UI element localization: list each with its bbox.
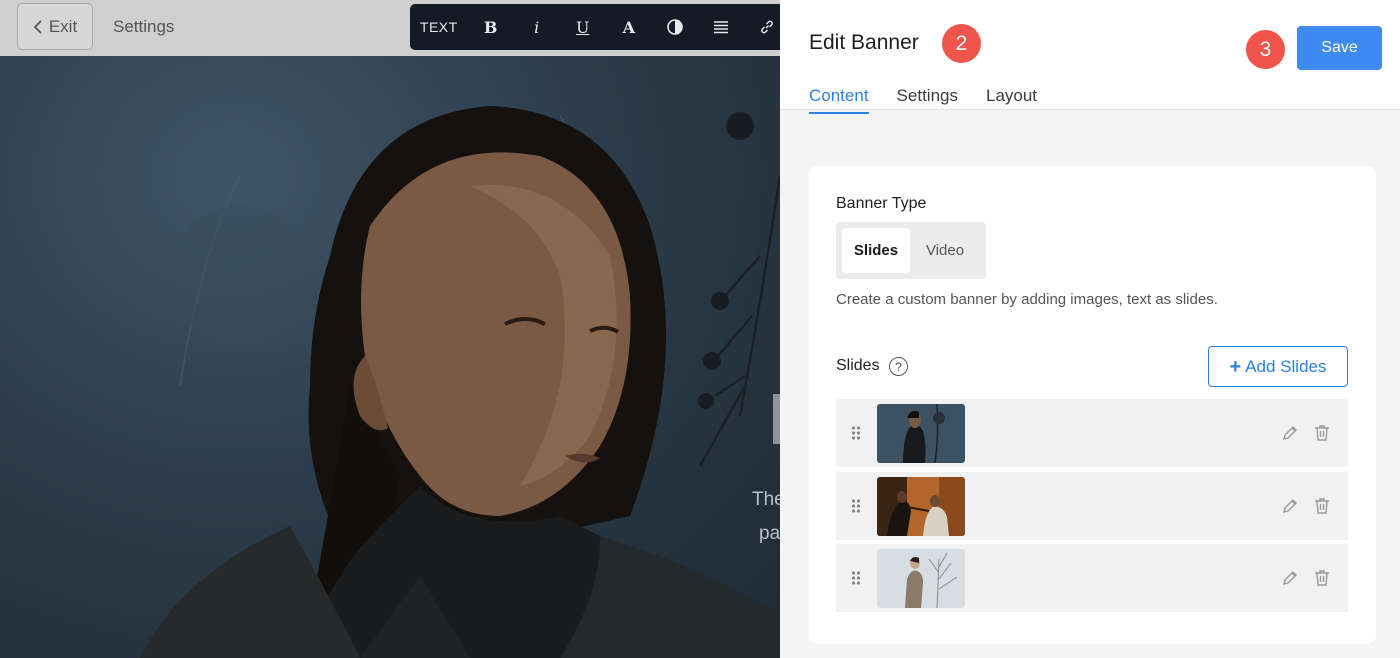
banner-text-line[interactable]: pa xyxy=(759,523,780,545)
settings-link[interactable]: Settings xyxy=(113,17,174,37)
link-icon[interactable] xyxy=(744,4,780,50)
add-slides-button[interactable]: + Add Slides xyxy=(1208,346,1348,387)
step-badge: 2 xyxy=(942,24,981,63)
tab-settings[interactable]: Settings xyxy=(897,86,958,114)
text-style-button[interactable]: TEXT xyxy=(410,4,468,50)
add-slides-label: Add Slides xyxy=(1245,356,1327,376)
slides-label: Slides xyxy=(836,357,880,374)
underline-icon[interactable]: U xyxy=(560,4,606,50)
save-button[interactable]: Save xyxy=(1297,26,1382,70)
edit-pencil-icon[interactable] xyxy=(1280,496,1300,516)
step-badge: 3 xyxy=(1246,30,1285,69)
delete-trash-icon[interactable] xyxy=(1312,423,1332,443)
panel-header: Edit Banner 2 3 Save Content Settings La… xyxy=(780,0,1400,114)
panel-tabs: Content Settings Layout xyxy=(809,86,1037,114)
align-icon[interactable] xyxy=(698,4,744,50)
tab-content[interactable]: Content xyxy=(809,86,869,114)
edit-pencil-icon[interactable] xyxy=(1280,423,1300,443)
delete-trash-icon[interactable] xyxy=(1312,496,1332,516)
help-icon[interactable]: ? xyxy=(889,357,908,376)
text-format-toolbar: TEXT B i U A xyxy=(410,4,780,50)
chevron-left-icon xyxy=(33,19,42,34)
drag-handle-icon[interactable] xyxy=(851,499,861,513)
delete-trash-icon[interactable] xyxy=(1312,568,1332,588)
tab-layout[interactable]: Layout xyxy=(986,86,1037,114)
italic-icon[interactable]: i xyxy=(514,4,560,50)
banner-text-box-edge xyxy=(773,394,780,444)
banner-preview-image[interactable]: The pa xyxy=(0,56,780,658)
panel-title: Edit Banner xyxy=(809,31,919,54)
banner-type-video-option[interactable]: Video xyxy=(910,228,980,273)
banner-text-line[interactable]: The xyxy=(752,489,780,511)
contrast-icon[interactable] xyxy=(652,4,698,50)
drag-handle-icon[interactable] xyxy=(851,426,861,440)
drag-handle-icon[interactable] xyxy=(851,571,861,585)
slide-list-item[interactable] xyxy=(836,399,1348,467)
slide-list-item[interactable] xyxy=(836,544,1348,612)
plus-icon: + xyxy=(1229,355,1242,378)
slide-list-item[interactable] xyxy=(836,472,1348,540)
slide-thumbnail[interactable] xyxy=(877,477,965,536)
font-color-icon[interactable]: A xyxy=(606,4,652,50)
banner-type-slides-option[interactable]: Slides xyxy=(842,228,910,273)
banner-type-label: Banner Type xyxy=(836,195,927,212)
bold-icon[interactable]: B xyxy=(468,4,514,50)
exit-label: Exit xyxy=(48,16,78,36)
page-editor-canvas: The pa Exit Settings TEXT B i U A xyxy=(0,0,780,658)
slide-thumbnail[interactable] xyxy=(877,549,965,608)
slide-thumbnail[interactable] xyxy=(877,404,965,463)
exit-button[interactable]: Exit xyxy=(17,3,93,50)
portrait-photo xyxy=(140,106,780,658)
banner-type-toggle: Slides Video xyxy=(836,222,986,279)
banner-type-description: Create a custom banner by adding images,… xyxy=(836,291,1218,308)
edit-pencil-icon[interactable] xyxy=(1280,568,1300,588)
edit-banner-panel: Edit Banner 2 3 Save Content Settings La… xyxy=(780,0,1400,658)
editor-topbar: Exit Settings TEXT B i U A xyxy=(0,0,780,56)
content-card: Banner Type Slides Video Create a custom… xyxy=(809,166,1376,644)
